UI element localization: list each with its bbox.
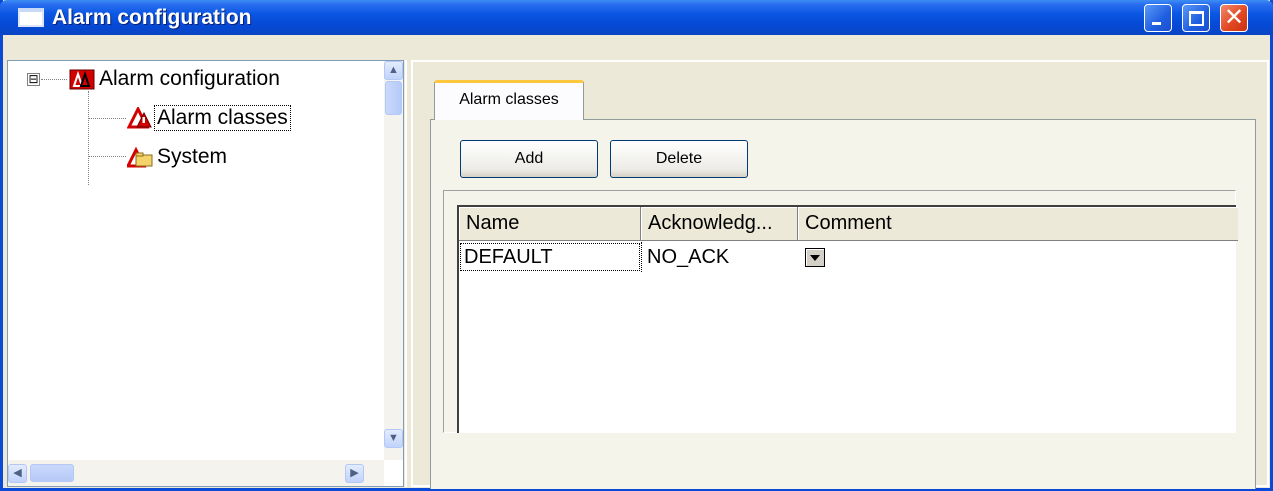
- tree-item-alarm-configuration[interactable]: Alarm configuration: [69, 65, 282, 93]
- tree-connector: [88, 156, 126, 157]
- window-icon: [18, 8, 44, 27]
- tree-connector: [88, 118, 126, 119]
- tree-item-label: Alarm configuration: [99, 67, 280, 90]
- tab-alarm-classes[interactable]: Alarm classes: [434, 80, 584, 120]
- scroll-left-icon[interactable]: ◀: [8, 464, 27, 483]
- column-header-name[interactable]: Name: [459, 207, 641, 241]
- maximize-button[interactable]: [1182, 4, 1210, 32]
- alarm-classes-grid[interactable]: Name Acknowledg... Comment DEFAULT NO_AC…: [457, 205, 1238, 433]
- close-icon: ✕: [1224, 4, 1245, 31]
- close-button[interactable]: ✕: [1220, 4, 1248, 32]
- collapse-toggle[interactable]: ⊟: [27, 73, 40, 86]
- tree-connector: [88, 91, 89, 185]
- tree-connector: [41, 79, 67, 80]
- alarm-icon: [69, 69, 95, 90]
- scroll-right-icon[interactable]: ▶: [345, 464, 364, 483]
- detail-pane: Alarm classes Add Delete Name Acknowledg…: [411, 60, 1269, 489]
- horizontal-scrollbar[interactable]: ◀ ▶: [8, 460, 384, 486]
- window-title: Alarm configuration: [52, 6, 252, 29]
- scroll-up-icon[interactable]: ▲: [384, 61, 403, 80]
- minimize-icon: [1152, 22, 1161, 25]
- folder-icon: [127, 146, 153, 168]
- column-header-acknowledge[interactable]: Acknowledg...: [641, 207, 798, 241]
- horizontal-scroll-thumb[interactable]: [30, 464, 74, 482]
- tree-item-system[interactable]: System: [127, 143, 229, 171]
- title-bar[interactable]: Alarm configuration ✕: [0, 0, 1273, 35]
- delete-button[interactable]: Delete: [610, 140, 748, 178]
- cell-acknowledge[interactable]: NO_ACK: [641, 242, 798, 272]
- cell-comment[interactable]: [827, 242, 1227, 272]
- cell-name[interactable]: DEFAULT: [459, 242, 641, 272]
- tree-item-label: System: [157, 145, 228, 168]
- tree-item-label: Alarm classes: [154, 105, 291, 131]
- dropdown-icon[interactable]: [805, 248, 825, 267]
- add-button[interactable]: Add: [460, 140, 598, 178]
- alarm-icon: [127, 107, 152, 129]
- maximize-icon: [1189, 11, 1204, 26]
- vertical-scroll-thumb[interactable]: [385, 81, 402, 115]
- column-header-comment[interactable]: Comment: [798, 207, 1238, 241]
- scroll-down-icon[interactable]: ▼: [384, 429, 403, 448]
- vertical-scrollbar[interactable]: ▲ ▼: [384, 61, 403, 460]
- tree-item-alarm-classes[interactable]: Alarm classes: [127, 104, 291, 132]
- tree-view[interactable]: ⊟ Alarm configuration Alarm classes Syst…: [7, 60, 404, 487]
- minimize-button[interactable]: [1144, 4, 1172, 32]
